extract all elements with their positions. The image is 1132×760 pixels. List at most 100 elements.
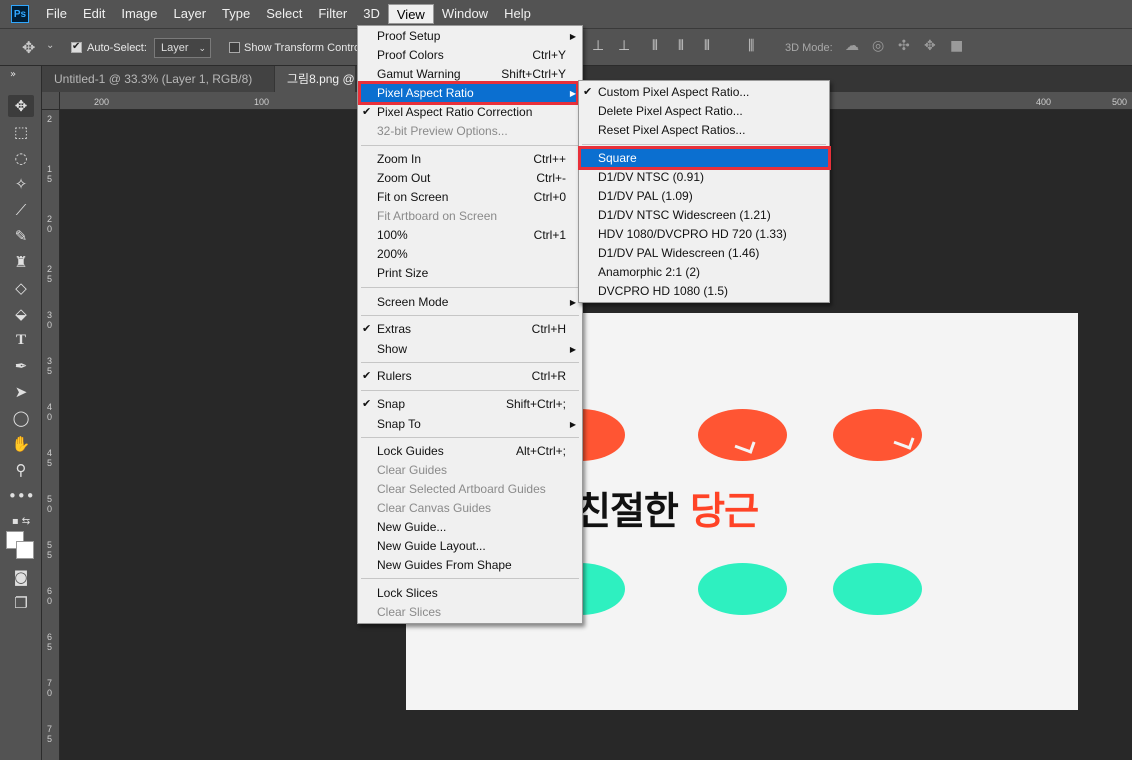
menu-item-dvcpro-1080[interactable]: DVCPRO HD 1080 (1.5)	[579, 282, 829, 301]
menu-item-reset-par[interactable]: Reset Pixel Aspect Ratios...	[579, 121, 829, 140]
menu-item-snap[interactable]: ✔ Snap Shift+Ctrl+;	[358, 395, 582, 414]
quick-mask-icon[interactable]: ◙	[8, 566, 34, 588]
screen-mode-icon[interactable]: ❐	[8, 592, 34, 614]
ruler-tick: 7 0	[47, 678, 53, 698]
menu-item-delete-par[interactable]: Delete Pixel Aspect Ratio...	[579, 102, 829, 121]
swap-colors-icon[interactable]: ▪ ⇆	[8, 511, 34, 533]
menu-item-proof-setup[interactable]: Proof Setup ▶	[358, 27, 582, 46]
menu-item-show[interactable]: Show ▶	[358, 340, 582, 359]
menu-item-d1-pal[interactable]: D1/DV PAL (1.09)	[579, 187, 829, 206]
tab-image-8[interactable]: 그림8.png @	[275, 66, 355, 92]
checkmark-icon: ✔	[362, 370, 372, 382]
menu-item-200-percent[interactable]: 200%	[358, 245, 582, 264]
menu-item-100-percent[interactable]: 100% Ctrl+1	[358, 226, 582, 245]
menu-item-zoom-out[interactable]: Zoom Out Ctrl+-	[358, 169, 582, 188]
checkmark-icon: ✔	[583, 86, 593, 98]
move-tool-icon[interactable]: ✥	[22, 38, 35, 57]
camera-3d-icon[interactable]: ■	[950, 38, 963, 54]
menu-item-new-guide-layout[interactable]: New Guide Layout...	[358, 537, 582, 556]
pan-3d-icon[interactable]: ✣	[898, 38, 910, 54]
move-tool-icon[interactable]: ✥	[8, 95, 34, 117]
tab-label: 그림8.png @	[287, 72, 355, 86]
auto-select-dropdown[interactable]: Layer ⌄	[154, 38, 211, 58]
ruler-origin[interactable]	[42, 92, 60, 110]
hand-tool-icon[interactable]: ✋	[8, 433, 34, 455]
menu-item-d1-ntsc-wide[interactable]: D1/DV NTSC Widescreen (1.21)	[579, 206, 829, 225]
eraser-tool-icon[interactable]: ◇	[8, 277, 34, 299]
lasso-tool-icon[interactable]: ◌	[8, 147, 34, 169]
menu-window[interactable]: Window	[434, 4, 496, 24]
red-bubble	[833, 409, 922, 461]
menu-item-new-guide[interactable]: New Guide...	[358, 518, 582, 537]
menu-item-lock-guides[interactable]: Lock Guides Alt+Ctrl+;	[358, 442, 582, 461]
type-tool-icon[interactable]: T	[8, 329, 34, 351]
brush-tool-icon[interactable]: ✎	[8, 225, 34, 247]
menu-item-print-size[interactable]: Print Size	[358, 264, 582, 283]
menu-help[interactable]: Help	[496, 4, 539, 24]
menu-item-pixel-aspect-ratio[interactable]: Pixel Aspect Ratio ▶	[358, 84, 582, 103]
stamp-tool-icon[interactable]: ♜	[8, 251, 34, 273]
paint-bucket-icon[interactable]: ⬙	[8, 303, 34, 325]
menu-view[interactable]: View	[387, 4, 434, 24]
menu-item-label: D1/DV NTSC (0.91)	[598, 170, 705, 184]
menu-item-rulers[interactable]: ✔ Rulers Ctrl+R	[358, 367, 582, 386]
menu-item-anamorphic[interactable]: Anamorphic 2:1 (2)	[579, 263, 829, 282]
orbit-3d-icon[interactable]: ☁	[845, 38, 859, 54]
more-tools-icon[interactable]: •••	[8, 485, 35, 507]
ruler-tick: 500	[1112, 97, 1128, 107]
slide-3d-icon[interactable]: ✥	[924, 38, 936, 54]
menu-item-hdv-1080[interactable]: HDV 1080/DVCPRO HD 720 (1.33)	[579, 225, 829, 244]
marquee-tool-icon[interactable]: ⬚	[8, 121, 34, 143]
menu-image[interactable]: Image	[113, 4, 165, 24]
menu-filter[interactable]: Filter	[310, 4, 355, 24]
magic-wand-icon[interactable]: ✧	[8, 173, 34, 195]
collapse-arrows-icon[interactable]: »	[6, 64, 20, 86]
distribute-right-icon[interactable]: ⫴	[704, 38, 710, 54]
menu-select[interactable]: Select	[258, 4, 310, 24]
eyedropper-icon[interactable]: ⟋	[8, 199, 34, 221]
menu-item-guides-from-shape[interactable]: New Guides From Shape	[358, 556, 582, 575]
menu-item-lock-slices[interactable]: Lock Slices	[358, 584, 582, 603]
menu-item-fit-on-screen[interactable]: Fit on Screen Ctrl+0	[358, 188, 582, 207]
menu-type[interactable]: Type	[214, 4, 258, 24]
photoshop-window: Ps File Edit Image Layer Type Select Fil…	[0, 0, 1132, 760]
menu-edit[interactable]: Edit	[75, 4, 113, 24]
ellipse-tool-icon[interactable]: ◯	[8, 407, 34, 429]
tab-untitled-1[interactable]: Untitled-1 @ 33.3% (Layer 1, RGB/8) *×	[42, 66, 274, 112]
align-bottom-icon[interactable]: ⊥	[592, 38, 604, 54]
ruler-tick: 6 0	[47, 586, 53, 606]
menu-layer[interactable]: Layer	[166, 4, 215, 24]
path-select-icon[interactable]: ➤	[8, 381, 34, 403]
show-transform-checkbox[interactable]	[229, 42, 240, 53]
pen-tool-icon[interactable]: ✒	[8, 355, 34, 377]
distribute-center-icon[interactable]: ⫴	[678, 38, 684, 54]
menu-item-label: Clear Canvas Guides	[377, 501, 492, 515]
menu-item-custom-par[interactable]: ✔ Custom Pixel Aspect Ratio...	[579, 83, 829, 102]
distribute-left-icon[interactable]: ⫴	[652, 38, 658, 54]
roll-3d-icon[interactable]: ◎	[872, 38, 884, 54]
menu-3d[interactable]: 3D	[355, 4, 388, 24]
menu-item-zoom-in[interactable]: Zoom In Ctrl++	[358, 150, 582, 169]
vertical-ruler[interactable]: 2 1 5 2 0 2 5 3 0 3 5 4 0 4 5 5 0 5 5 6 …	[42, 110, 60, 760]
zoom-tool-icon[interactable]: ⚲	[8, 459, 34, 481]
menu-item-square[interactable]: Square	[579, 149, 829, 168]
align-bottom-edge-icon[interactable]: ⊥	[618, 38, 630, 54]
menu-item-label: Clear Slices	[377, 605, 442, 619]
menu-item-label: Fit on Screen	[377, 190, 449, 204]
auto-select-checkbox[interactable]	[71, 41, 82, 53]
menu-item-screen-mode[interactable]: Screen Mode ▶	[358, 293, 582, 312]
menu-item-label: Rulers	[377, 369, 412, 383]
auto-align-icon[interactable]: ⫼	[748, 38, 754, 54]
menu-item-snap-to[interactable]: Snap To ▶	[358, 415, 582, 434]
mint-circle	[833, 563, 922, 615]
menu-item-extras[interactable]: ✔ Extras Ctrl+H	[358, 320, 582, 339]
menu-item-proof-colors[interactable]: Proof Colors Ctrl+Y	[358, 46, 582, 65]
background-color-swatch[interactable]	[16, 541, 34, 559]
menu-item-par-correction[interactable]: ✔ Pixel Aspect Ratio Correction	[358, 103, 582, 122]
menu-item-d1-pal-wide[interactable]: D1/DV PAL Widescreen (1.46)	[579, 244, 829, 263]
menu-item-gamut-warning[interactable]: Gamut Warning Shift+Ctrl+Y	[358, 65, 582, 84]
chevron-down-icon[interactable]: ⌄	[46, 40, 54, 51]
menu-file[interactable]: File	[38, 4, 75, 24]
auto-select-label: Auto-Select:	[87, 42, 147, 54]
menu-item-d1-ntsc[interactable]: D1/DV NTSC (0.91)	[579, 168, 829, 187]
